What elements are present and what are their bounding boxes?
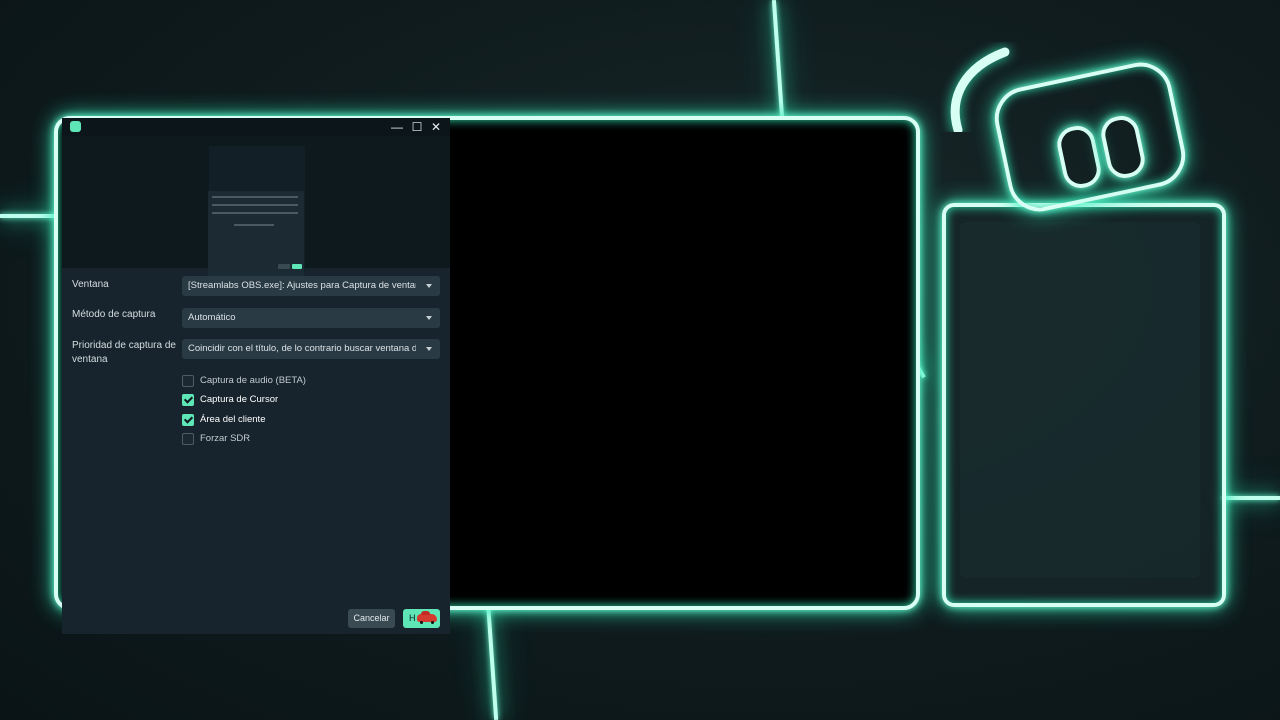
checkbox-label: Área del cliente [200, 414, 266, 425]
chevron-down-icon [426, 347, 432, 351]
preview-mini-line [212, 212, 298, 214]
maximize-icon[interactable]: ☐ [409, 119, 425, 135]
window-priority-label-line1: Prioridad de captura de [72, 340, 176, 351]
minimize-icon[interactable]: — [389, 119, 405, 135]
window-priority-value: Coincidir con el título, de lo contrario… [188, 343, 416, 354]
car-icon [417, 611, 437, 624]
preview-mini-line [212, 204, 298, 206]
preview-mini-button [278, 264, 290, 269]
window-priority-label-line2: ventana [72, 354, 108, 365]
neon-wire-left [0, 214, 60, 218]
chevron-down-icon [426, 284, 432, 288]
window-capture-settings-dialog: — ☐ ✕ Ventana [Streamlabs OBS.exe]: Ajus… [62, 118, 450, 634]
preview-mini-line [234, 224, 274, 226]
robot-antenna [950, 47, 1010, 132]
titlebar: — ☐ ✕ [62, 118, 450, 136]
window-select-value: [Streamlabs OBS.exe]: Ajustes para Captu… [188, 280, 416, 291]
chevron-down-icon [426, 316, 432, 320]
window-priority-label: Prioridad de captura de ventana [72, 339, 176, 367]
window-priority-select[interactable]: Coincidir con el título, de lo contrario… [182, 339, 440, 359]
close-icon[interactable]: ✕ [428, 119, 444, 135]
neon-wire-bottom [485, 600, 499, 720]
phone-screen [960, 222, 1200, 578]
checkbox-box[interactable] [182, 375, 194, 387]
preview-mini-line [212, 196, 298, 198]
checkbox-box[interactable] [182, 394, 194, 406]
capture-method-label: Método de captura [72, 309, 156, 320]
dialog-footer: Cancelar H [62, 604, 450, 634]
window-label: Ventana [72, 279, 109, 290]
done-button[interactable]: H [403, 609, 440, 628]
checkbox-label: Forzar SDR [200, 433, 251, 444]
checkbox-label: Captura de audio (BETA) [200, 375, 306, 386]
cancel-button[interactable]: Cancelar [348, 609, 395, 628]
streamlabs-app-icon [70, 121, 81, 132]
window-select[interactable]: [Streamlabs OBS.exe]: Ajustes para Captu… [182, 276, 440, 296]
capture-method-value: Automático [188, 312, 236, 323]
neon-wire-top [771, 0, 785, 118]
source-preview [62, 136, 450, 277]
checkbox-box[interactable] [182, 414, 194, 426]
neon-wire-right [1220, 496, 1280, 500]
capture-method-select[interactable]: Automático [182, 308, 440, 328]
checkbox-box[interactable] [182, 433, 194, 445]
checkbox-label: Captura de Cursor [200, 394, 279, 405]
preview-mini-button [292, 264, 302, 269]
done-button-label: H [409, 613, 416, 623]
